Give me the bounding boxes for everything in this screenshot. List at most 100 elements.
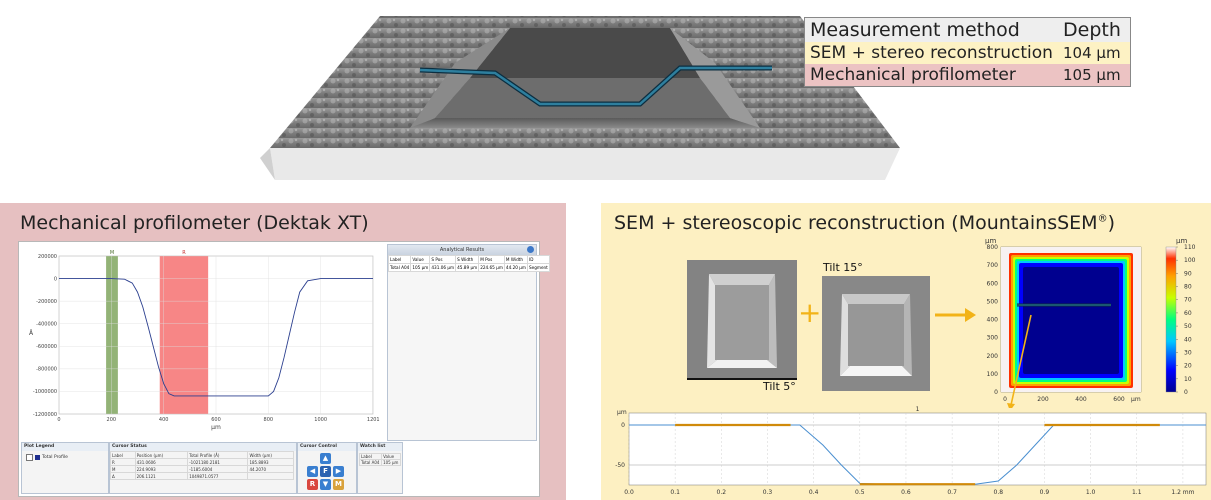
cursor-down-button[interactable]: ▼ bbox=[320, 479, 331, 490]
sem-image-tilt-15 bbox=[822, 276, 930, 391]
heatmap-level-6 bbox=[1023, 267, 1119, 374]
cursor-m-band bbox=[106, 256, 118, 414]
x-tick-label: 200 bbox=[107, 417, 117, 423]
watch-list-title: Watch list bbox=[358, 443, 402, 451]
colorbar-tick-label: 100 bbox=[1184, 257, 1196, 264]
colorbar-tick-label: 30 bbox=[1184, 349, 1192, 356]
table-row: R 431.0606 -1021180.2181 185.8893 bbox=[110, 458, 294, 466]
heatmap-y-tick: 400 bbox=[987, 317, 999, 324]
colorbar-tick-label: 10 bbox=[1184, 376, 1192, 383]
extracted-profile-chart[interactable]: 1 µm 0 -50 0.0 0.1 0.2 0.3 0.4 0.5 0.6 0.7 0.8 0.9 1.0… bbox=[601, 401, 1211, 500]
table-row: SEM + stereo reconstruction 104 µm bbox=[805, 42, 1130, 64]
cursor-status-panel: Cursor Status Label Position (µm) Total … bbox=[109, 442, 297, 494]
table-row[interactable]: Total A04 105 µm bbox=[358, 459, 401, 466]
x-tick-label: 0 bbox=[57, 417, 60, 423]
table-row: Mechanical profilometer 105 µm bbox=[805, 64, 1130, 86]
cursor-r-button[interactable]: R bbox=[307, 479, 318, 490]
height-map-chart[interactable]: 0100200300400500600700800 0 200 400 600 µm µ… bbox=[971, 233, 1211, 408]
profile-x-tick: 0.8 bbox=[994, 489, 1004, 496]
colorbar-tick-label: 70 bbox=[1184, 297, 1192, 304]
method-mech: Mechanical profilometer bbox=[810, 65, 1016, 85]
y-tick-label: -200000 bbox=[36, 299, 57, 305]
cursor-m-label: M bbox=[110, 250, 114, 256]
mechanical-profilometer-panel: Mechanical profilometer (Dektak XT) M R 20… bbox=[0, 203, 566, 500]
heatmap-image bbox=[1001, 247, 1141, 408]
heatmap-y-ticks: 0 100 200 300 400 500 600 700 800 bbox=[987, 244, 999, 396]
colorbar-tick-label: 110 bbox=[1184, 244, 1196, 251]
depth-sem: 104 µm bbox=[1063, 44, 1121, 62]
close-icon[interactable] bbox=[527, 246, 534, 253]
profile-x-tick: 1.2 mm bbox=[1171, 489, 1194, 496]
profile-title: 1 bbox=[916, 406, 920, 413]
cursor-control-panel: Cursor Control ▲ ◀ F ▶ R ▼ M bbox=[297, 442, 357, 494]
analytical-results-title: Analytical Results bbox=[388, 245, 536, 255]
profile-x-tick: 0.7 bbox=[947, 489, 957, 496]
depth-header: Depth bbox=[1063, 19, 1121, 41]
tilt-5-label: Tilt 5° bbox=[763, 380, 796, 393]
colorbar-tick-label: 0 bbox=[1184, 389, 1188, 396]
x-tick-label: 800 bbox=[264, 417, 274, 423]
y-tick-label: -1000000 bbox=[33, 389, 57, 395]
method-header: Measurement method bbox=[810, 19, 1020, 41]
heatmap-y-tick: 700 bbox=[987, 262, 999, 269]
y-tick-label: 0 bbox=[54, 276, 57, 282]
plot-legend-title: Plot Legend bbox=[22, 443, 108, 451]
tilt-15-label: Tilt 15° bbox=[823, 261, 863, 274]
panel-title: SEM + stereoscopic reconstruction (Mount… bbox=[614, 212, 1115, 234]
heatmap-y-tick: 100 bbox=[987, 371, 999, 378]
cursor-up-button[interactable]: ▲ bbox=[320, 453, 331, 464]
cursor-m-button[interactable]: M bbox=[333, 479, 344, 490]
profile-y-tick: 0 bbox=[621, 422, 625, 429]
x-axis-label: µm bbox=[211, 424, 221, 431]
y-tick-label: -1200000 bbox=[33, 412, 57, 418]
table-row: Δ 206.1121 1049871.0577 bbox=[110, 472, 294, 480]
colorbar-tick-label: 60 bbox=[1184, 310, 1192, 317]
table-row: Label Value S Pos S Width M Pos M Width … bbox=[387, 255, 550, 264]
specimen-3d-render bbox=[260, 16, 900, 180]
legend-checkbox[interactable] bbox=[26, 454, 33, 461]
depth-comparison-table: Measurement method Depth SEM + stereo re… bbox=[804, 17, 1131, 87]
profile-y-tick: -50 bbox=[615, 462, 625, 469]
x-tick-label: 1201 bbox=[367, 417, 380, 423]
plot-legend-panel: Plot Legend Total Profile bbox=[21, 442, 109, 494]
specimen-side bbox=[270, 148, 900, 180]
table-row[interactable]: Total A04 105 µm 431.06 µm 45.89 µm 224.… bbox=[387, 263, 550, 272]
colorbar-ticks: 0 10 20 30 40 50 60 70 80 90 100 110 bbox=[1176, 244, 1196, 396]
watch-list-panel: Watch list Label Value Total A04 105 µm bbox=[357, 442, 403, 494]
sem-reconstruction-panel: SEM + stereoscopic reconstruction (Mount… bbox=[601, 203, 1211, 500]
profile-x-tick: 0.1 bbox=[670, 489, 680, 496]
x-tick-label: 1000 bbox=[314, 417, 327, 423]
y-tick-label: 200000 bbox=[38, 254, 57, 260]
cursor-status-title: Cursor Status bbox=[110, 443, 296, 451]
cursor-right-button[interactable]: ▶ bbox=[333, 466, 344, 477]
cursor-r-label: R bbox=[182, 250, 186, 256]
colorbar-unit: µm bbox=[1176, 237, 1187, 245]
colorbar bbox=[1165, 246, 1177, 393]
legend-swatch bbox=[35, 455, 40, 460]
depth-mech: 105 µm bbox=[1063, 66, 1121, 84]
colorbar-tick-label: 50 bbox=[1184, 323, 1192, 330]
y-tick-label: -600000 bbox=[36, 344, 57, 350]
profile-plot-area bbox=[628, 412, 1207, 486]
profile-x-tick: 1.0 bbox=[1086, 489, 1096, 496]
legend-item[interactable]: Total Profile bbox=[26, 454, 104, 461]
x-tick-label: 600 bbox=[211, 417, 221, 423]
heatmap-y-tick: 500 bbox=[987, 298, 999, 305]
profile-x-tick: 0.4 bbox=[809, 489, 819, 496]
profile-y-unit: µm bbox=[617, 409, 627, 416]
analytical-results-table: Label Value S Pos S Width M Pos M Width … bbox=[387, 255, 550, 272]
cursor-f-button[interactable]: F bbox=[320, 466, 331, 477]
colorbar-tick-label: 40 bbox=[1184, 336, 1192, 343]
heatmap-y-tick: 300 bbox=[987, 335, 999, 342]
profile-x-tick: 0.2 bbox=[717, 489, 727, 496]
colorbar-tick-label: 80 bbox=[1184, 284, 1192, 291]
cursor-left-button[interactable]: ◀ bbox=[307, 466, 318, 477]
plus-sign: + bbox=[798, 296, 822, 329]
profile-x-tick: 0.3 bbox=[763, 489, 773, 496]
dektak-profile-chart[interactable]: M R 200000 0 -200000 -400000 -600000 -800000 -10… bbox=[21, 244, 381, 434]
profile-x-tick: 0.6 bbox=[901, 489, 911, 496]
table-row: M 224.9093 -1185.6004 44.2070 bbox=[110, 465, 294, 473]
colorbar-tick-label: 90 bbox=[1184, 270, 1192, 277]
cursor-status-table: Label Position (µm) Total Profile (Å) Wi… bbox=[110, 451, 294, 480]
profile-x-tick: 0.0 bbox=[624, 489, 634, 496]
